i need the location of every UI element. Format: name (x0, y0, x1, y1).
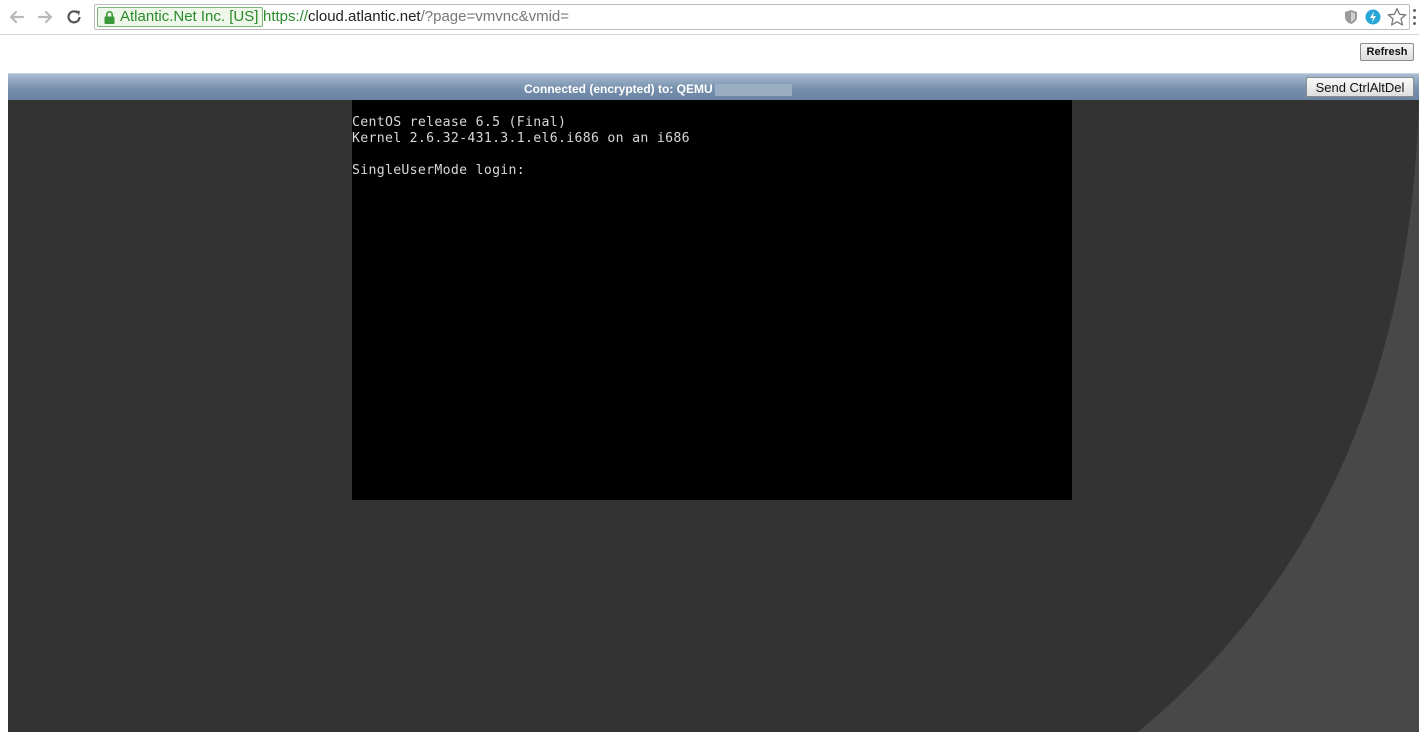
reload-button[interactable] (63, 6, 85, 28)
url-path: /?page=vmvnc&vmid= (420, 8, 570, 25)
menu-icon[interactable] (1412, 9, 1416, 25)
vnc-viewer: Connected (encrypted) to: QEMU Send Ctrl… (8, 73, 1419, 732)
console-line: CentOS release 6.5 (Final) (352, 115, 567, 130)
address-bar[interactable]: Atlantic.Net Inc. [US] https://cloud.atl… (94, 4, 1410, 30)
url-host: cloud.atlantic.net (308, 8, 421, 25)
url-scheme: https:// (263, 8, 309, 25)
refresh-button[interactable]: Refresh (1360, 43, 1414, 61)
back-button[interactable] (6, 6, 28, 28)
console-line: Kernel 2.6.32-431.3.1.el6.i686 on an i68… (352, 131, 690, 146)
reload-icon (67, 10, 81, 24)
forward-button[interactable] (34, 6, 56, 28)
ev-certificate-badge[interactable]: Atlantic.Net Inc. [US] (97, 7, 264, 27)
omnibox-icons (1343, 7, 1407, 27)
connection-status: Connected (encrypted) to: QEMU (524, 82, 713, 96)
ev-badge-label: Atlantic.Net Inc. [US] (120, 8, 259, 25)
shield-icon[interactable] (1343, 9, 1359, 25)
vnc-status-bar: Connected (encrypted) to: QEMU Send Ctrl… (8, 73, 1419, 100)
lock-icon (104, 11, 115, 24)
url-text[interactable]: https://cloud.atlantic.net/?page=vmvnc&v… (263, 8, 569, 26)
redacted-host (715, 84, 792, 96)
back-arrow-icon (9, 10, 25, 24)
browser-toolbar: Atlantic.Net Inc. [US] https://cloud.atl… (0, 0, 1419, 35)
console-login-prompt: SingleUserMode login: (352, 163, 526, 178)
vnc-console-screen[interactable]: CentOS release 6.5 (Final) Kernel 2.6.32… (352, 100, 1072, 500)
forward-arrow-icon (37, 10, 53, 24)
send-ctrlaltdel-button[interactable]: Send CtrlAltDel (1306, 77, 1414, 97)
bookmark-star-icon[interactable] (1387, 7, 1407, 27)
extension-bolt-icon[interactable] (1365, 9, 1381, 25)
